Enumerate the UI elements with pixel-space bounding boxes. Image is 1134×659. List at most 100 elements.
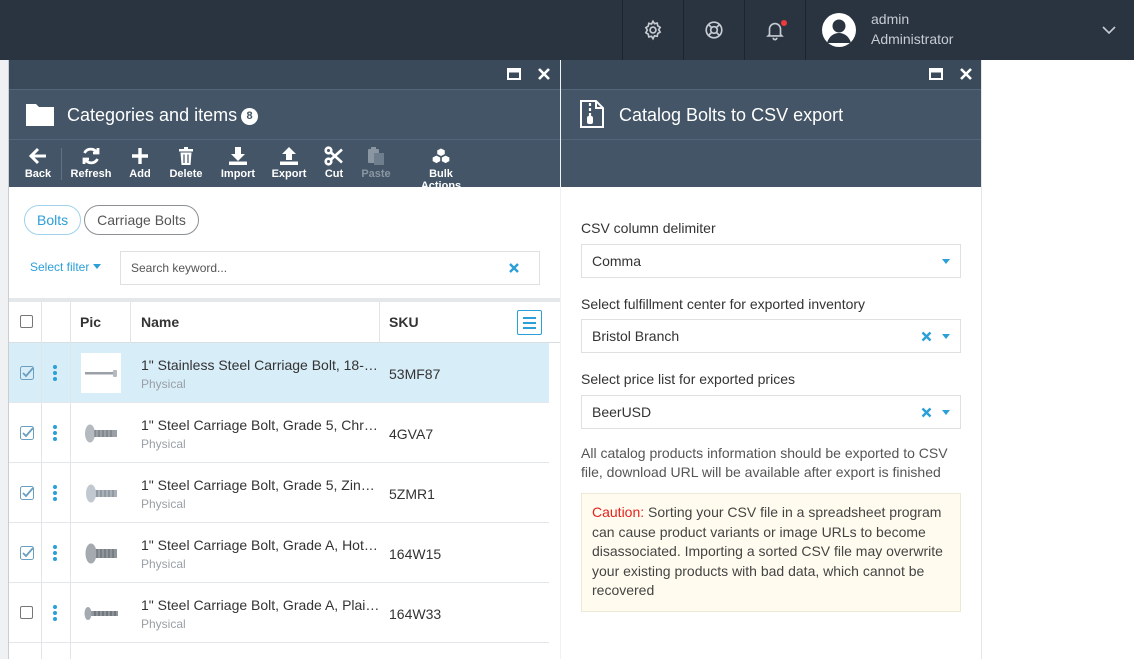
- product-thumbnail: [81, 353, 121, 393]
- categories-blade: Categories and items 8 Back Refresh Add D…: [9, 60, 560, 659]
- row-menu-icon[interactable]: [53, 485, 57, 501]
- file-archive-icon: [580, 100, 604, 128]
- help-button[interactable]: [683, 0, 744, 60]
- blade-header: Categories and items 8: [9, 89, 560, 139]
- refresh-icon: [82, 147, 100, 165]
- add-button[interactable]: Add: [127, 146, 153, 180]
- row-type: Physical: [141, 377, 186, 391]
- delete-button[interactable]: Delete: [169, 146, 203, 180]
- row-name[interactable]: 1" Steel Carriage Bolt, Grade A, Hot Dip…: [141, 537, 381, 553]
- search-input[interactable]: Search keyword...: [120, 251, 540, 285]
- row-type: Physical: [141, 437, 186, 451]
- product-thumbnail: [81, 413, 121, 453]
- row-checkbox[interactable]: [20, 606, 33, 619]
- table-row[interactable]: 1" Steel Carriage Bolt, Grade A, Plain F…: [9, 583, 549, 643]
- pricelist-label: Select price list for exported prices: [581, 371, 795, 387]
- column-divider: [70, 463, 71, 523]
- row-menu-icon[interactable]: [53, 545, 57, 561]
- delimiter-select[interactable]: Comma: [581, 244, 961, 278]
- column-divider: [70, 302, 71, 343]
- empty-workspace: [981, 60, 1134, 659]
- row-name[interactable]: 1" Steel Carriage Bolt, Grade A, Plain F…: [141, 597, 381, 613]
- column-pic[interactable]: Pic: [80, 314, 101, 330]
- count-badge: 8: [241, 108, 259, 125]
- close-icon[interactable]: [959, 67, 973, 81]
- maximize-icon[interactable]: [929, 67, 943, 81]
- row-name[interactable]: 1" Steel Carriage Bolt, Grade 5, Chrome …: [141, 417, 381, 433]
- row-menu-icon[interactable]: [53, 605, 57, 621]
- toolbar-separator: [61, 148, 62, 180]
- clear-icon[interactable]: [921, 407, 932, 418]
- blade-window-bar: [9, 60, 560, 89]
- row-name[interactable]: 1" Stainless Steel Carriage Bolt, 18-8 S…: [141, 357, 381, 373]
- caution-text: Sorting your CSV file in a spreadsheet p…: [592, 504, 943, 598]
- maximize-icon[interactable]: [507, 67, 521, 81]
- column-divider: [41, 523, 42, 583]
- caution-box: Caution: Sorting your CSV file in a spre…: [581, 493, 961, 612]
- bulk-actions-button[interactable]: Bulk Actions: [408, 146, 474, 192]
- select-filter-dropdown[interactable]: Select filter: [30, 260, 101, 274]
- column-divider: [70, 523, 71, 583]
- breadcrumb-carriage-bolts[interactable]: Carriage Bolts: [84, 205, 199, 235]
- export-button[interactable]: Export: [271, 146, 307, 180]
- row-checkbox[interactable]: [20, 546, 34, 560]
- row-sku: 164W33: [389, 606, 442, 622]
- paste-button[interactable]: Paste: [360, 146, 392, 180]
- column-divider: [41, 643, 42, 659]
- column-divider: [41, 583, 42, 643]
- grid-header: Pic Name SKU: [9, 302, 560, 343]
- refresh-button[interactable]: Refresh: [69, 146, 113, 180]
- table-row[interactable]: 1" Steel Carriage Bolt, Grade A, Hot Di p…: [9, 523, 549, 583]
- clear-icon[interactable]: [508, 262, 520, 274]
- column-divider: [41, 343, 42, 403]
- row-name[interactable]: 1" Steel Carriage Bolt, Grade 5, Zinc Pl…: [141, 477, 381, 493]
- breadcrumb-bolts[interactable]: Bolts: [24, 205, 82, 235]
- user-menu[interactable]: admin Administrator: [805, 0, 1134, 60]
- row-checkbox[interactable]: [20, 486, 34, 500]
- caret-down-icon: [942, 334, 950, 339]
- fulfillment-value: Bristol Branch: [592, 328, 680, 344]
- table-row[interactable]: 1" Steel Carriage Bolt, Grade 5, Chrome …: [9, 403, 549, 463]
- notifications-button[interactable]: [744, 0, 805, 60]
- user-role: Administrator: [871, 31, 954, 47]
- column-divider: [379, 302, 380, 343]
- product-thumbnail: [81, 533, 121, 573]
- import-button[interactable]: Import: [220, 146, 256, 180]
- pricelist-select[interactable]: BeerUSD: [581, 395, 961, 429]
- fulfillment-select[interactable]: Bristol Branch: [581, 319, 961, 353]
- table-row[interactable]: 1" Steel Carriage Bolt, Grade 5, Zinc Pl…: [9, 463, 549, 523]
- cut-button[interactable]: Cut: [322, 146, 346, 180]
- select-all-checkbox[interactable]: [20, 315, 33, 328]
- toolbar: Back Refresh Add Delete Import Export Cu…: [9, 139, 560, 192]
- close-icon[interactable]: [537, 67, 551, 81]
- csv-export-blade: Catalog Bolts to CSV export CSV column d…: [561, 60, 981, 659]
- cubes-icon: [432, 148, 450, 164]
- table-row[interactable]: [9, 643, 549, 659]
- row-sku: 53MF87: [389, 366, 441, 382]
- arrow-left-icon: [28, 147, 46, 165]
- plus-icon: [132, 148, 148, 164]
- row-checkbox[interactable]: [20, 426, 34, 440]
- settings-button[interactable]: [622, 0, 683, 60]
- blade-title: Catalog Bolts to CSV export: [619, 105, 844, 125]
- search-placeholder: Search keyword...: [131, 261, 228, 275]
- paste-icon: [368, 147, 384, 165]
- scissors-icon: [324, 146, 343, 166]
- row-checkbox[interactable]: [20, 366, 34, 380]
- row-sku: 5ZMR1: [389, 486, 435, 502]
- lifebuoy-icon: [705, 21, 723, 39]
- chevron-down-icon[interactable]: [1101, 22, 1117, 38]
- clear-icon[interactable]: [921, 331, 932, 342]
- pricelist-value: BeerUSD: [592, 404, 652, 420]
- caret-down-icon: [92, 264, 101, 269]
- export-icon: [280, 147, 298, 165]
- row-menu-icon[interactable]: [53, 425, 57, 441]
- column-divider: [70, 343, 71, 403]
- grid-columns-menu-button[interactable]: [517, 310, 542, 335]
- column-divider: [70, 643, 71, 659]
- row-menu-icon[interactable]: [53, 365, 57, 381]
- table-row[interactable]: 1" Stainless Steel Carriage Bolt, 18-8 S…: [9, 343, 549, 403]
- back-button[interactable]: Back: [23, 146, 53, 180]
- column-sku[interactable]: SKU: [389, 314, 419, 330]
- column-name[interactable]: Name: [141, 314, 179, 330]
